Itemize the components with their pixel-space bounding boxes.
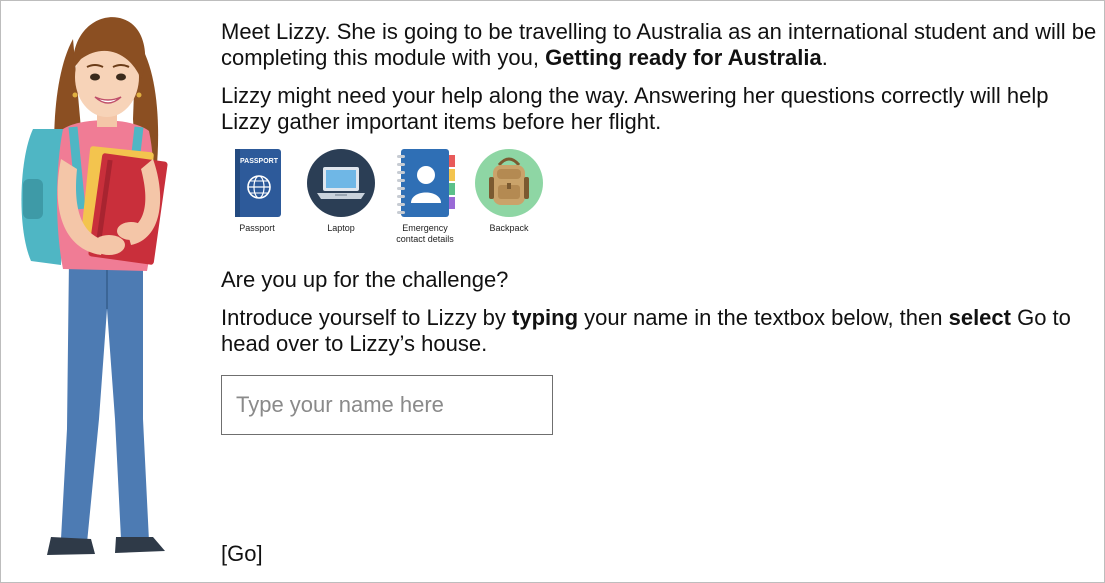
item-backpack: Backpack: [473, 147, 545, 245]
lizzy-character-illustration: [21, 17, 168, 555]
main-content: Meet Lizzy. She is going to be travellin…: [221, 19, 1101, 435]
item-label: Backpack: [489, 223, 529, 233]
name-input[interactable]: [221, 375, 553, 435]
module-frame: Meet Lizzy. She is going to be travellin…: [0, 0, 1105, 583]
contact-book-icon: [397, 149, 455, 217]
item-laptop: Laptop: [305, 147, 377, 245]
help-paragraph: Lizzy might need your help along the way…: [221, 83, 1049, 134]
passport-icon: PASSPORT: [235, 149, 281, 217]
item-passport: PASSPORT Passport: [221, 147, 293, 245]
go-button[interactable]: [Go]: [221, 541, 263, 567]
passport-cover-text: PASSPORT: [240, 158, 279, 165]
item-emergency-contact: Emergency contact details: [389, 147, 461, 245]
challenge-question: Are you up for the challenge?: [221, 267, 509, 292]
item-label: Laptop: [327, 223, 355, 233]
items-row: PASSPORT Passport Laptop Emergency conta…: [221, 147, 1101, 245]
instructions-select: select: [948, 305, 1011, 330]
laptop-icon: [307, 149, 375, 217]
item-label: Passport: [239, 223, 275, 233]
instructions-text: your name in the textbox below, then: [578, 305, 949, 330]
backpack-icon: [475, 149, 543, 217]
instructions-text: Introduce yourself to Lizzy by: [221, 305, 513, 330]
module-title: Getting ready for Australia: [545, 45, 822, 70]
item-label: Emergency contact details: [396, 223, 454, 244]
instructions-typing: typing: [512, 305, 579, 330]
instructions-paragraph: Introduce yourself to Lizzy by typing yo…: [221, 305, 1101, 357]
intro-paragraph: Meet Lizzy. She is going to be travellin…: [221, 19, 1101, 71]
intro-text-end: .: [821, 45, 828, 70]
